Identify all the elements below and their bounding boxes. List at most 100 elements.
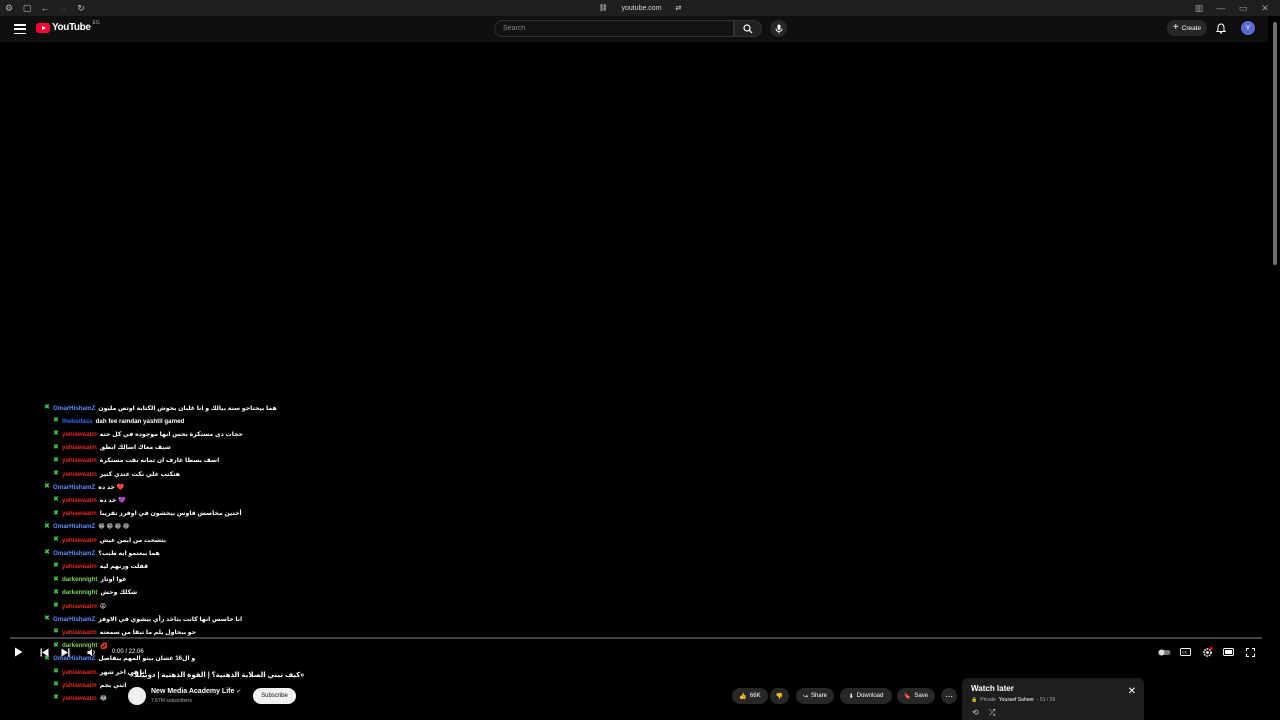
tune-icon[interactable]: ⇄ bbox=[676, 4, 682, 12]
chat-username[interactable]: yahiawaaim bbox=[62, 537, 97, 544]
chat-username[interactable]: yahiawaaim bbox=[62, 431, 97, 438]
chat-username[interactable]: thebsdass bbox=[62, 418, 93, 425]
voice-search-button[interactable] bbox=[770, 20, 787, 37]
chat-username[interactable]: OmarHishamZ bbox=[53, 405, 95, 412]
maximize-icon[interactable]: ▭ bbox=[1232, 0, 1254, 16]
chat-username[interactable]: yahiawaaim bbox=[62, 682, 97, 689]
chat-username[interactable]: darkennight bbox=[62, 589, 97, 596]
next-button[interactable] bbox=[59, 645, 71, 659]
browser-menu-icon[interactable]: ⚙ bbox=[0, 0, 18, 16]
chat-badge-icon: ✖ bbox=[53, 509, 59, 517]
next-icon bbox=[61, 648, 69, 656]
close-playlist-button[interactable]: ✕ bbox=[1128, 686, 1136, 697]
account-avatar[interactable]: Y bbox=[1241, 21, 1255, 35]
browser-toolbar: ⚙ ▢ ← → ↻ ⛓ youtube.com ⇄ ▥ — ▭ ✕ bbox=[0, 0, 1280, 16]
subscribe-button[interactable]: Subscribe bbox=[253, 688, 296, 704]
search-button[interactable] bbox=[734, 20, 762, 37]
fullscreen-icon bbox=[1246, 647, 1255, 657]
playlist-meta: 🔒 Private Youssef Saheer - 51 / 59 bbox=[971, 697, 1055, 703]
playlist-owner[interactable]: Youssef Saheer bbox=[999, 697, 1034, 703]
play-button[interactable] bbox=[12, 645, 24, 659]
chat-badge-icon: ✖ bbox=[53, 496, 59, 504]
reload-icon[interactable]: ↻ bbox=[72, 0, 90, 16]
download-icon: ⬇ bbox=[848, 693, 854, 700]
chat-username[interactable]: yahiawaaim bbox=[62, 669, 97, 676]
chat-username[interactable]: OmarHishamZ bbox=[53, 484, 95, 491]
shuffle-button[interactable]: ⤮ bbox=[989, 708, 995, 718]
close-window-icon[interactable]: ✕ bbox=[1254, 0, 1276, 16]
theater-icon bbox=[1223, 648, 1234, 656]
page-scrollbar[interactable] bbox=[1273, 22, 1277, 265]
chat-username[interactable]: OmarHishamZ bbox=[53, 616, 95, 623]
menu-icon[interactable] bbox=[13, 22, 27, 36]
loop-button[interactable]: ⟲ bbox=[972, 708, 979, 717]
chat-username[interactable]: yahiawaaim bbox=[62, 629, 97, 636]
chat-badge-icon: ✖ bbox=[53, 536, 59, 543]
link-icon[interactable]: ⛓ bbox=[599, 4, 608, 12]
like-count: 66K bbox=[749, 693, 761, 699]
bell-icon bbox=[1216, 22, 1226, 34]
chat-message: ✖ yahiawaaim بتشحت من ايمن عيش bbox=[53, 534, 166, 546]
chat-username[interactable]: yahiawaaim bbox=[62, 510, 97, 517]
captions-button[interactable]: CC bbox=[1179, 645, 1192, 659]
notifications-button[interactable] bbox=[1214, 21, 1228, 35]
chat-username[interactable]: yahiawaaim bbox=[62, 444, 97, 451]
create-button[interactable]: + Create bbox=[1167, 20, 1207, 36]
like-button[interactable]: 👍 66K bbox=[732, 688, 768, 704]
volume-button[interactable] bbox=[86, 645, 98, 659]
chat-message: ✖ yahiawaaim قفلت ورنهم ليه bbox=[53, 560, 148, 572]
save-button[interactable]: 🔖 Save bbox=[897, 688, 935, 704]
forward-icon[interactable]: → bbox=[54, 0, 72, 16]
chat-message: ✖ yahiawaaim انتي بجم bbox=[53, 679, 126, 691]
chat-text: خد ده ❤️ bbox=[98, 484, 125, 492]
chat-badge-icon: ✖ bbox=[53, 417, 59, 425]
lock-icon: 🔒 bbox=[971, 697, 978, 703]
chat-message: ✖ yahiawaaim هتكتب علي نكت عندي كتير bbox=[53, 468, 180, 480]
sidebar-toggle-icon[interactable]: ▢ bbox=[18, 0, 36, 16]
chat-username[interactable]: yahiawaaim bbox=[62, 471, 97, 478]
settings-button[interactable] bbox=[1201, 645, 1214, 659]
share-button[interactable]: ↪ Share bbox=[796, 688, 834, 704]
chat-message: ✖ yahiawaaim حجات دي مستكرة بحس انها موجود… bbox=[53, 428, 243, 440]
chat-text: شكلك وحش bbox=[100, 589, 138, 597]
dislike-button[interactable]: 👎 bbox=[770, 688, 789, 704]
autoplay-toggle[interactable] bbox=[1157, 645, 1171, 659]
chat-badge-icon: ✖ bbox=[53, 456, 59, 464]
channel-name[interactable]: New Media Academy Life ✔ bbox=[151, 688, 241, 695]
theater-mode-button[interactable] bbox=[1222, 645, 1235, 659]
chat-text: 💋 bbox=[100, 642, 109, 650]
chat-username[interactable]: yahiawaaim bbox=[62, 603, 97, 610]
address-bar[interactable]: youtube.com bbox=[621, 5, 661, 12]
search-box[interactable] bbox=[494, 20, 734, 37]
chat-username[interactable]: OmarHishamZ bbox=[53, 550, 95, 557]
chat-username[interactable]: yahiawaaim bbox=[62, 457, 97, 464]
chat-username[interactable]: OmarHishamZ bbox=[53, 523, 95, 530]
playlist-title[interactable]: Watch later bbox=[971, 684, 1014, 693]
chat-username[interactable]: yahiawaaim bbox=[62, 695, 97, 702]
back-icon[interactable]: ← bbox=[36, 0, 54, 16]
search-input[interactable] bbox=[503, 25, 733, 32]
channel-name-text: New Media Academy Life bbox=[151, 688, 235, 695]
chat-message: ✖ OmarHishamZ 😁 😁 😁 😁 bbox=[44, 521, 129, 533]
fullscreen-button[interactable] bbox=[1244, 645, 1257, 659]
captions-icon: CC bbox=[1180, 648, 1191, 656]
chat-text: أختين مخاصش قاوس بيخشون في اوفرز تقريبا bbox=[99, 510, 242, 518]
bookmark-icon: 🔖 bbox=[903, 693, 912, 700]
chat-message: ✖ yahiawaaim أختين مخاصش قاوس بيخشون في او… bbox=[53, 508, 242, 520]
download-button[interactable]: ⬇ Download bbox=[840, 688, 892, 704]
minimize-icon[interactable]: — bbox=[1210, 0, 1232, 16]
progress-bar[interactable] bbox=[10, 637, 1262, 639]
chat-username[interactable]: yahiawaaim bbox=[62, 563, 97, 570]
chat-message: ✖ darkennight عوا اوتار bbox=[53, 574, 127, 586]
chat-username[interactable]: darkennight bbox=[62, 576, 97, 583]
chat-badge-icon: ✖ bbox=[53, 470, 59, 477]
previous-button[interactable] bbox=[38, 645, 50, 659]
chat-message: ✖ OmarHishamZ هما بيحتاجو سنة بيالك و انا … bbox=[44, 402, 277, 414]
youtube-logo[interactable]: YouTube EG bbox=[36, 20, 100, 33]
more-actions-button[interactable]: ⋯ bbox=[941, 688, 957, 704]
chat-message: ✖ darkennight شكلك وحش bbox=[53, 587, 137, 599]
channel-avatar[interactable] bbox=[128, 687, 146, 705]
chat-username[interactable]: yahiawaaim bbox=[62, 497, 97, 504]
chat-text: 😡 bbox=[99, 602, 107, 610]
split-view-icon[interactable]: ▥ bbox=[1188, 0, 1210, 16]
